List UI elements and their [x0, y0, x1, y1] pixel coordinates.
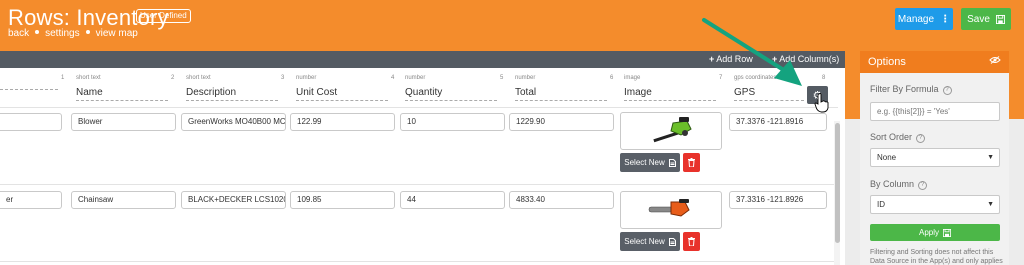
column-name: Description: [186, 87, 278, 101]
row-image: [620, 112, 722, 150]
options-note: Filtering and Sorting does not affect th…: [870, 249, 1003, 265]
by-column-select[interactable]: ID ▼: [870, 195, 1000, 214]
user-defined-badge: User Defined: [136, 9, 191, 23]
cell-col1[interactable]: er: [0, 191, 62, 209]
column-number: 6: [610, 75, 614, 81]
annotation-arrow-icon: [702, 18, 802, 86]
cell-name[interactable]: Chainsaw: [71, 191, 176, 209]
cell-total[interactable]: 4833.40: [509, 191, 614, 209]
save-label: Save: [967, 13, 990, 25]
trash-icon: [688, 158, 695, 167]
cell-total[interactable]: 1229.90: [509, 113, 614, 131]
column-header-1[interactable]: 1: [0, 75, 66, 105]
options-title: Options: [868, 56, 906, 68]
column-type: number: [296, 75, 317, 81]
filter-label: Filter By Formula?: [870, 84, 952, 95]
select-new-image-button[interactable]: Select New: [620, 232, 680, 251]
column-type: short text: [186, 75, 211, 81]
separator-dot: [85, 30, 90, 34]
column-number: 8: [822, 75, 826, 81]
apply-button[interactable]: Apply: [870, 224, 1000, 241]
column-header-description[interactable]: short text 3 Description: [186, 75, 286, 105]
delete-image-button[interactable]: [683, 153, 700, 172]
separator-dot: [35, 30, 40, 34]
options-panel: Options Filter By Formula? Sort Order? N…: [860, 51, 1009, 265]
settings-link[interactable]: settings: [45, 28, 79, 39]
select-new-label: Select New: [624, 237, 665, 246]
save-button[interactable]: Save: [961, 8, 1011, 30]
column-number: 1: [61, 75, 65, 81]
view-map-link[interactable]: view map: [96, 28, 138, 39]
row-image: [620, 191, 722, 229]
cell-quantity[interactable]: 44: [400, 191, 505, 209]
cell-gps[interactable]: 37.3316 -121.8926: [729, 191, 827, 209]
by-column-label: By Column?: [870, 179, 928, 190]
column-name: [0, 87, 58, 90]
sort-order-select[interactable]: None ▼: [870, 148, 1000, 167]
hand-cursor-icon: [814, 93, 829, 113]
chevron-down-icon: ▼: [987, 201, 994, 208]
row-divider: [0, 184, 838, 185]
help-icon[interactable]: ?: [918, 181, 928, 190]
column-number: 5: [500, 75, 504, 81]
file-icon: [668, 158, 676, 167]
kebab-icon: ⋮: [940, 13, 951, 25]
eye-slash-icon[interactable]: [989, 56, 1001, 67]
cell-quantity[interactable]: 10: [400, 113, 505, 131]
help-icon[interactable]: ?: [942, 86, 952, 95]
sort-order-label: Sort Order?: [870, 132, 926, 143]
filter-formula-input[interactable]: [870, 102, 1000, 121]
options-header: Options: [860, 51, 1009, 73]
cell-description[interactable]: GreenWorks MO40B00 MC: [181, 113, 286, 131]
filter-label-text: Filter By Formula: [870, 84, 939, 94]
column-type: image: [624, 75, 641, 81]
delete-image-button[interactable]: [683, 232, 700, 251]
column-header-total[interactable]: number 6 Total: [515, 75, 615, 105]
cell-description[interactable]: BLACK+DECKER LCS1020: [181, 191, 286, 209]
column-header-name[interactable]: short text 2 Name: [76, 75, 176, 105]
file-icon: [668, 237, 676, 246]
sort-order-label-text: Sort Order: [870, 132, 913, 142]
row-divider: [0, 261, 838, 262]
column-number: 2: [171, 75, 175, 81]
by-column-label-text: By Column: [870, 179, 915, 189]
column-number: 4: [391, 75, 395, 81]
select-new-label: Select New: [624, 158, 665, 167]
column-number: 3: [281, 75, 285, 81]
column-type: number: [405, 75, 426, 81]
by-column-value: ID: [877, 200, 885, 209]
manage-button[interactable]: Manage ⋮: [895, 8, 953, 30]
column-name: Quantity: [405, 87, 497, 101]
column-type: short text: [76, 75, 101, 81]
breadcrumb: back settings view map: [8, 28, 138, 39]
cell-unit-cost[interactable]: 109.85: [290, 191, 395, 209]
back-link[interactable]: back: [8, 28, 29, 39]
column-name: Unit Cost: [296, 87, 388, 101]
chevron-down-icon: ▼: [987, 154, 994, 161]
manage-label: Manage: [897, 13, 935, 25]
cell-col1[interactable]: [0, 113, 62, 131]
cell-name[interactable]: Blower: [71, 113, 176, 131]
column-type: number: [515, 75, 536, 81]
column-name: Name: [76, 87, 168, 101]
help-icon[interactable]: ?: [916, 134, 926, 143]
select-new-image-button[interactable]: Select New: [620, 153, 680, 172]
column-header-quantity[interactable]: number 5 Quantity: [405, 75, 505, 105]
floppy-icon: [995, 14, 1005, 24]
leaf-blower-image: [653, 117, 692, 143]
trash-icon: [688, 237, 695, 246]
floppy-icon: [943, 228, 951, 237]
chainsaw-image: [648, 199, 690, 217]
apply-label: Apply: [918, 228, 939, 237]
column-header-unit-cost[interactable]: number 4 Unit Cost: [296, 75, 396, 105]
scrollbar-thumb[interactable]: [835, 123, 840, 243]
cell-unit-cost[interactable]: 122.99: [290, 113, 395, 131]
cell-gps[interactable]: 37.3376 -121.8916: [729, 113, 827, 131]
column-name: Total: [515, 87, 607, 101]
sort-order-value: None: [877, 153, 897, 162]
row-divider: [0, 107, 838, 108]
